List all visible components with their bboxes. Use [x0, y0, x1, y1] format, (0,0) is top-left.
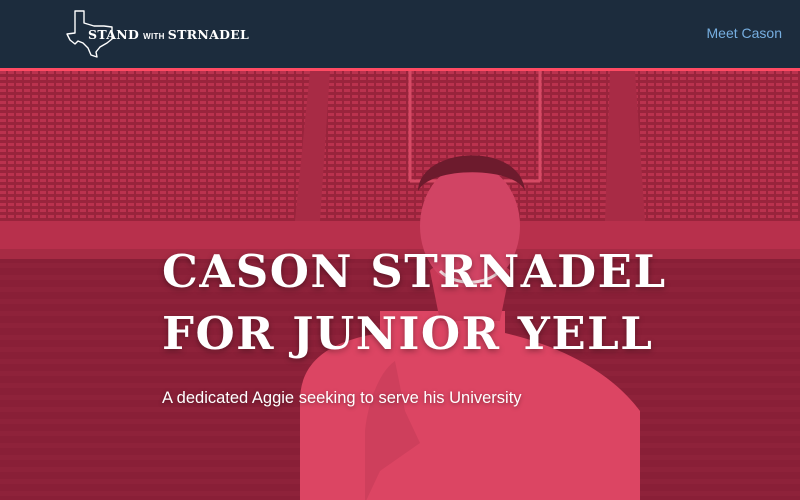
- hero-section: CASON STRNADEL FOR JUNIOR YELL A dedicat…: [0, 68, 800, 500]
- hero-tagline: A dedicated Aggie seeking to serve his U…: [162, 389, 522, 407]
- site-logo[interactable]: STAND WITH STRNADEL: [66, 10, 249, 58]
- logo-wordmark: STAND WITH STRNADEL: [88, 24, 249, 43]
- headline-line-1: CASON STRNADEL: [162, 245, 667, 298]
- headline-line-2: FOR JUNIOR YELL: [162, 307, 654, 360]
- nav-link-meet-cason[interactable]: Meet Cason: [707, 25, 782, 41]
- logo-word-with: WITH: [143, 32, 165, 41]
- logo-word-stand: STAND: [88, 27, 140, 42]
- logo-word-strnadel: STRNADEL: [167, 27, 250, 42]
- hero-headline: CASON STRNADEL FOR JUNIOR YELL: [162, 241, 667, 365]
- top-navbar: STAND WITH STRNADEL Meet Cason: [0, 0, 800, 68]
